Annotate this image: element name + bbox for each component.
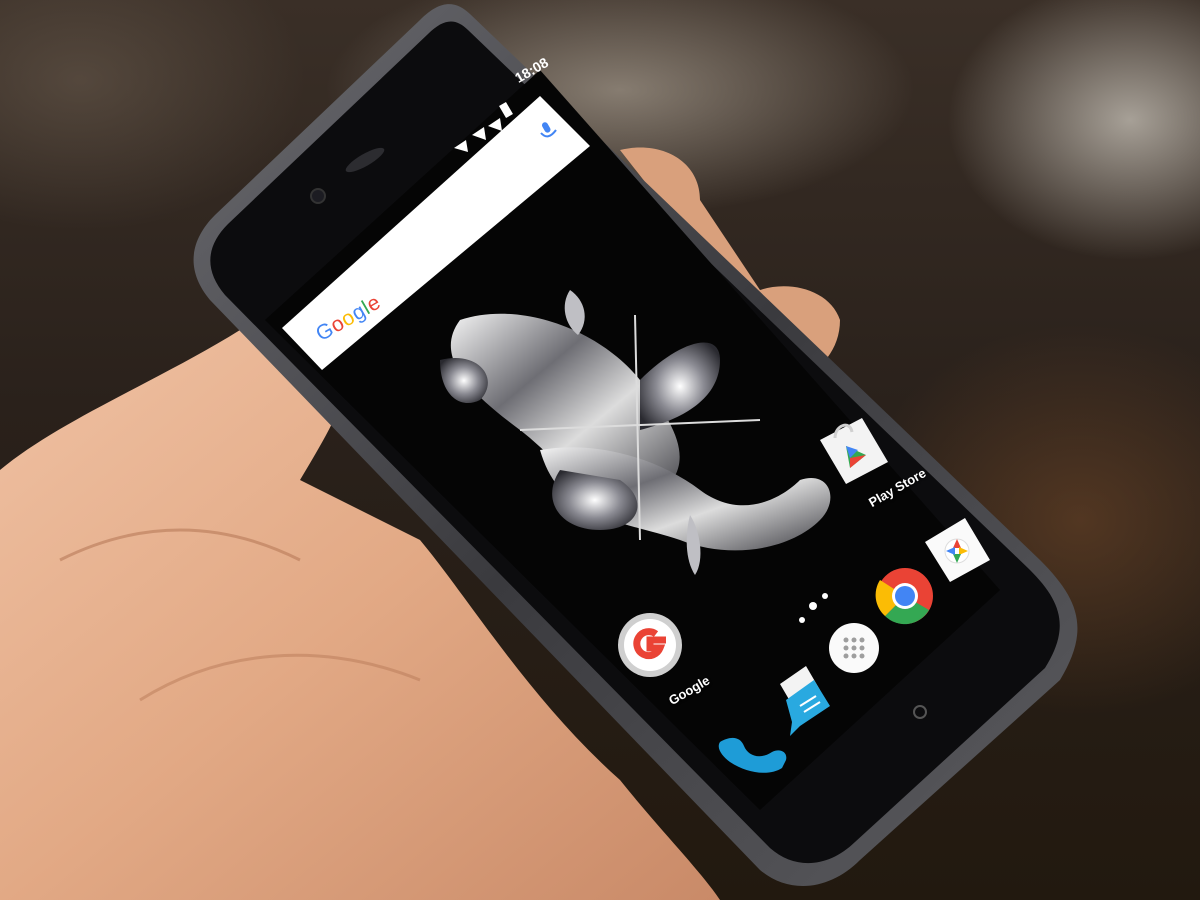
photo-scene: 18:08 Google Play Store Google (0, 0, 1200, 900)
app-drawer-icon[interactable] (829, 623, 879, 673)
google-app-icon[interactable] (618, 613, 682, 677)
photo-illustration (0, 4, 1078, 900)
front-camera (310, 188, 326, 204)
